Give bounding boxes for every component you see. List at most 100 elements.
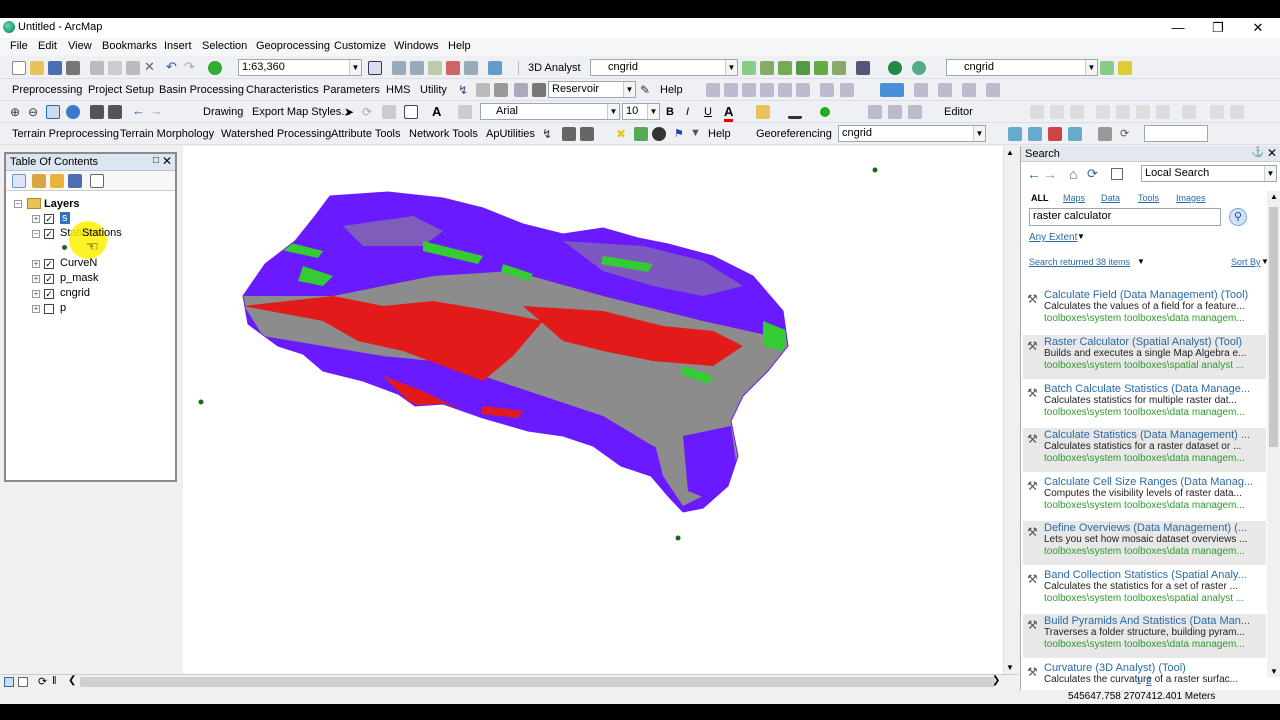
hms-menu[interactable]: HMS — [386, 84, 410, 96]
close-icon[interactable]: ✕ — [1238, 18, 1278, 38]
menu-bookmarks[interactable]: Bookmarks — [102, 40, 157, 52]
search-scroll-thumb[interactable] — [1269, 207, 1278, 447]
edit-tool-icon[interactable] — [1096, 105, 1110, 119]
filter-data[interactable]: Data — [1101, 193, 1120, 203]
collapse-icon[interactable]: – — [14, 200, 22, 208]
fixed-zoom-out-icon[interactable] — [108, 105, 122, 119]
menu-geoprocessing[interactable]: Geoprocessing — [256, 40, 330, 52]
terrain-preprocessing-menu[interactable]: Terrain Preprocessing — [12, 128, 119, 140]
link-table-icon[interactable] — [1098, 127, 1112, 141]
marker-color-icon[interactable] — [820, 107, 830, 117]
filter-images[interactable]: Images — [1176, 193, 1206, 203]
toc-options-icon[interactable] — [90, 174, 104, 188]
edit-tool-icon[interactable] — [1070, 105, 1084, 119]
edit-tool-icon[interactable] — [1136, 105, 1150, 119]
menu-view[interactable]: View — [68, 40, 92, 52]
profile-icon[interactable] — [796, 61, 810, 75]
minimize-icon[interactable]: — — [1158, 18, 1198, 38]
filter-all[interactable]: ALL — [1031, 193, 1049, 203]
menu-help[interactable]: Help — [448, 40, 471, 52]
zoom-in-icon[interactable]: ⊕ — [10, 105, 24, 119]
search-go-icon[interactable]: ⚲ — [1229, 208, 1247, 226]
pin-icon[interactable]: ⚓ — [1252, 147, 1264, 158]
search-count-link[interactable]: Search returned 38 items — [1029, 257, 1130, 267]
toc-close-icon[interactable]: ✕ — [162, 154, 172, 168]
search-result-title[interactable]: Curvature (3D Analyst) (Tool) — [1044, 662, 1266, 674]
line-color-icon[interactable] — [788, 105, 802, 119]
export-map-styles-button[interactable]: Export Map Styles... — [252, 106, 350, 118]
copy-icon[interactable] — [108, 61, 122, 75]
georef-input-field[interactable] — [1144, 125, 1208, 142]
hydro-tool-icon[interactable] — [562, 127, 576, 141]
search-result-item[interactable]: ⚒ Calculate Cell Size Ranges (Data Manag.… — [1023, 475, 1266, 519]
save-icon[interactable] — [48, 61, 62, 75]
georef-tool-icon[interactable] — [1068, 127, 1082, 141]
layer-visibility-checkbox[interactable]: ✓ — [44, 229, 54, 239]
characteristics-menu[interactable]: Characteristics — [246, 84, 319, 96]
text-tool-icon[interactable]: A — [432, 104, 441, 119]
network-tools-menu[interactable]: Network Tools — [409, 128, 478, 140]
menu-selection[interactable]: Selection — [202, 40, 247, 52]
fill-color-icon[interactable] — [756, 105, 770, 119]
edit-tool-icon[interactable] — [1182, 105, 1196, 119]
map-tool-icon[interactable] — [820, 83, 834, 97]
globe-icon[interactable] — [652, 127, 666, 141]
filter-tools[interactable]: Tools — [1138, 193, 1159, 203]
preprocessing-menu[interactable]: Preprocessing — [12, 84, 82, 96]
basin-processing-menu[interactable]: Basin Processing — [159, 84, 244, 96]
map-tool-icon[interactable] — [778, 83, 792, 97]
search-result-item[interactable]: ⚒ Calculate Field (Data Management) (Tool… — [1023, 288, 1266, 332]
edit-tool-icon[interactable] — [1050, 105, 1064, 119]
georef-layer-dropdown[interactable]: cngrid ▼ — [838, 125, 986, 142]
collapse-icon[interactable]: – — [32, 230, 40, 238]
catalog-window-icon[interactable] — [410, 61, 424, 75]
paste-icon[interactable] — [126, 61, 140, 75]
map-tool-icon[interactable] — [706, 83, 720, 97]
layout-view-icon[interactable] — [18, 677, 28, 687]
search-result-title[interactable]: Batch Calculate Statistics (Data Manage.… — [1044, 383, 1266, 395]
drawing-menu[interactable]: Drawing — [203, 106, 243, 118]
map-tool-icon[interactable] — [724, 83, 738, 97]
search-result-item[interactable]: ⚒ Band Collection Statistics (Spatial Ana… — [1023, 568, 1266, 612]
layer-visibility-checkbox[interactable] — [44, 304, 54, 314]
station-point[interactable] — [198, 399, 204, 405]
edit-tool-icon[interactable] — [1210, 105, 1224, 119]
georef-tool-icon[interactable] — [1048, 127, 1062, 141]
contour-icon[interactable] — [1100, 61, 1114, 75]
arcglobe-icon[interactable] — [912, 61, 926, 75]
map-tool-icon[interactable] — [796, 83, 810, 97]
page-1-link[interactable]: 1 — [1136, 676, 1142, 687]
contour-icon[interactable] — [742, 61, 756, 75]
hydro-tool-icon[interactable] — [634, 127, 648, 141]
new-document-icon[interactable] — [12, 61, 26, 75]
map-tool-icon[interactable] — [742, 83, 756, 97]
refresh-icon[interactable]: ⟳ — [38, 675, 47, 688]
print-icon[interactable] — [66, 61, 80, 75]
search-result-title[interactable]: Calculate Cell Size Ranges (Data Manag..… — [1044, 476, 1266, 488]
edit-tool-icon[interactable] — [1030, 105, 1044, 119]
search-result-item[interactable]: ⚒ Raster Calculator (Spatial Analyst) (To… — [1023, 335, 1266, 379]
scroll-left-icon[interactable]: ❮ — [68, 675, 76, 686]
edit-tool-icon[interactable] — [1116, 105, 1130, 119]
identify-icon[interactable]: ↯ — [458, 83, 472, 97]
watershed-raster-map[interactable] — [183, 146, 1003, 674]
rotate-icon[interactable]: ⟳ — [1120, 127, 1134, 141]
watershed-processing-menu[interactable]: Watershed Processing — [221, 128, 331, 140]
color-ramp-icon[interactable] — [880, 83, 904, 97]
hms-help-button[interactable]: Help — [660, 84, 683, 96]
pan-icon[interactable] — [46, 105, 60, 119]
aputilities-menu[interactable]: ApUtilities — [486, 128, 535, 140]
edit-vertices-icon[interactable] — [458, 105, 472, 119]
expand-icon[interactable]: + — [32, 305, 40, 313]
steepest-path-icon[interactable] — [760, 61, 774, 75]
search-result-item[interactable]: ⚒ Batch Calculate Statistics (Data Manage… — [1023, 382, 1266, 426]
menu-insert[interactable]: Insert — [164, 40, 192, 52]
pause-drawing-icon[interactable]: ‖ — [52, 675, 57, 687]
fixed-zoom-in-icon[interactable] — [90, 105, 104, 119]
line-of-sight-icon[interactable] — [778, 61, 792, 75]
font-dropdown[interactable]: Arial ▼ — [480, 103, 620, 120]
add-data-icon[interactable] — [208, 61, 222, 75]
layer-visibility-checkbox[interactable]: ✓ — [44, 259, 54, 269]
scroll-down-icon[interactable]: ▼ — [1270, 667, 1278, 676]
python-icon[interactable] — [464, 61, 478, 75]
